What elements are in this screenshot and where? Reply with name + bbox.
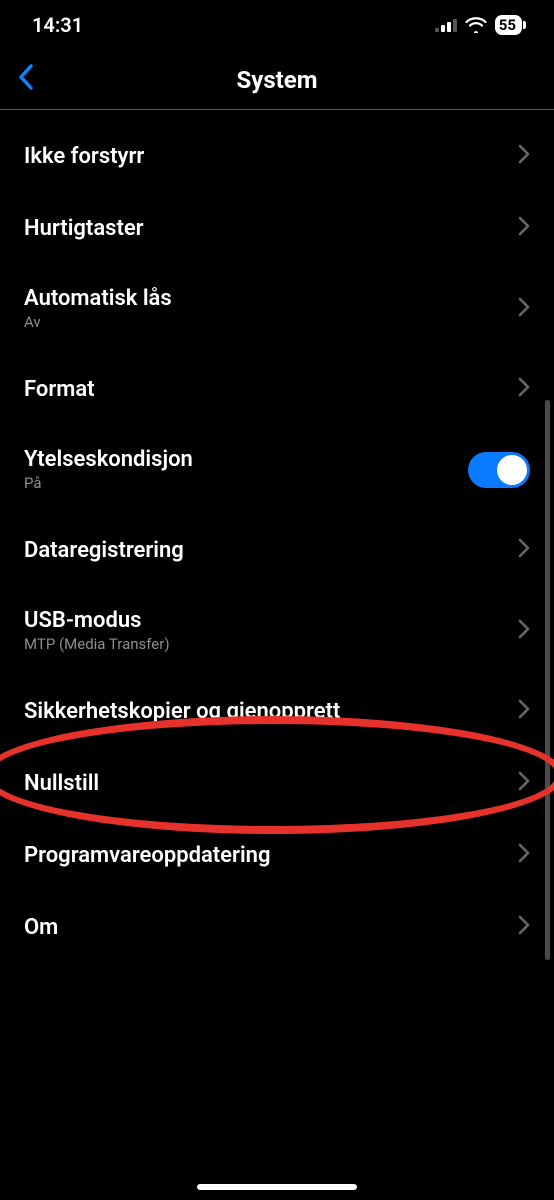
row-text: Automatisk lås Av [24, 286, 172, 331]
row-text: Sikkerhetskopier og gjenopprett [24, 699, 340, 724]
chevron-right-icon [518, 375, 530, 403]
chevron-right-icon [518, 536, 530, 564]
row-label: Automatisk lås [24, 286, 172, 311]
wifi-icon [465, 17, 487, 33]
row-text: Ikke forstyrr [24, 144, 144, 169]
row-label: Nullstill [24, 771, 99, 796]
row-label: Programvareoppdatering [24, 843, 270, 868]
chevron-right-icon [518, 142, 530, 170]
row-text: Nullstill [24, 771, 99, 796]
row-text: Dataregistrering [24, 538, 184, 563]
status-bar: 14:31 55 [0, 0, 554, 50]
chevron-right-icon [518, 769, 530, 797]
row-label: Om [24, 915, 58, 940]
row-format[interactable]: Format [0, 353, 554, 425]
nav-header: System [0, 50, 554, 110]
chevron-right-icon [518, 913, 530, 941]
performance-toggle[interactable] [468, 452, 530, 488]
row-text: Om [24, 915, 58, 940]
row-subtitle: På [24, 474, 193, 492]
bottom-bar [0, 1166, 554, 1200]
status-right: 55 [435, 15, 522, 35]
chevron-right-icon [518, 295, 530, 323]
battery-icon: 55 [495, 15, 522, 35]
back-button[interactable] [18, 64, 34, 96]
cellular-signal-icon [435, 18, 457, 32]
status-time: 14:31 [32, 13, 83, 37]
row-label: Hurtigtaster [24, 216, 144, 241]
row-label: Ytelseskondisjon [24, 447, 193, 472]
toggle-knob [497, 455, 527, 485]
row-label: Ikke forstyrr [24, 144, 144, 169]
row-reset[interactable]: Nullstill [0, 747, 554, 819]
row-text: Ytelseskondisjon På [24, 447, 193, 492]
row-backup-restore[interactable]: Sikkerhetskopier og gjenopprett [0, 675, 554, 747]
row-about[interactable]: Om [0, 891, 554, 963]
row-label: Sikkerhetskopier og gjenopprett [24, 699, 340, 724]
row-usb-mode[interactable]: USB-modus MTP (Media Transfer) [0, 586, 554, 675]
row-auto-lock[interactable]: Automatisk lås Av [0, 264, 554, 353]
row-label: Dataregistrering [24, 538, 184, 563]
row-performance-condition[interactable]: Ytelseskondisjon På [0, 425, 554, 514]
row-text: Programvareoppdatering [24, 843, 270, 868]
chevron-right-icon [518, 214, 530, 242]
row-text: Hurtigtaster [24, 216, 144, 241]
row-data-recording[interactable]: Dataregistrering [0, 514, 554, 586]
row-software-update[interactable]: Programvareoppdatering [0, 819, 554, 891]
row-subtitle: Av [24, 313, 172, 331]
settings-list: Ikke forstyrr Hurtigtaster Automatisk lå… [0, 110, 554, 973]
row-label: USB-modus [24, 608, 170, 633]
battery-level: 55 [499, 16, 516, 34]
chevron-right-icon [518, 841, 530, 869]
chevron-right-icon [518, 617, 530, 645]
row-text: USB-modus MTP (Media Transfer) [24, 608, 170, 653]
row-shortcuts[interactable]: Hurtigtaster [0, 192, 554, 264]
scroll-indicator[interactable] [545, 400, 550, 960]
home-indicator[interactable] [197, 1184, 357, 1190]
row-text: Format [24, 377, 95, 402]
row-label: Format [24, 377, 95, 402]
row-do-not-disturb[interactable]: Ikke forstyrr [0, 120, 554, 192]
chevron-right-icon [518, 697, 530, 725]
row-subtitle: MTP (Media Transfer) [24, 635, 170, 653]
page-title: System [236, 66, 317, 94]
